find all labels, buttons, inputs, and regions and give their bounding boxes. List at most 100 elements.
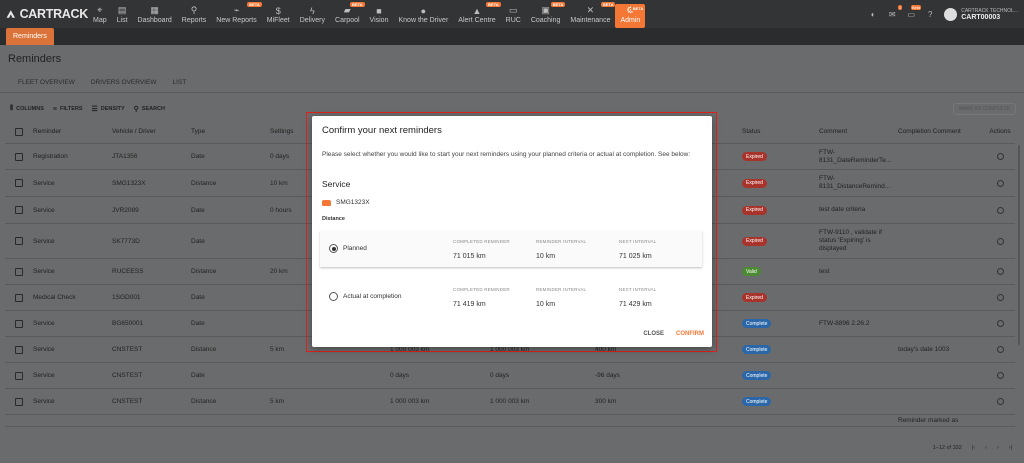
complete-action-icon[interactable] — [996, 237, 1004, 245]
nav-item-dashboard[interactable]: ▦ Dashboard — [133, 0, 177, 28]
cell-reminder: Medical Check — [33, 294, 76, 301]
table-row[interactable]: Service CNSTEST Distance 5 km 1 000 003 km 1 … — [5, 389, 1015, 415]
cell-reminder: Registration — [33, 153, 68, 160]
table-scrollbar[interactable] — [1018, 145, 1020, 345]
confirm-button[interactable]: CONFIRM — [676, 331, 704, 337]
planned-radio[interactable] — [329, 244, 338, 253]
status-badge: Expired — [742, 152, 767, 161]
nav-item-admin[interactable]: ⚙AdminBETA — [615, 4, 646, 28]
complete-action-icon[interactable] — [996, 372, 1004, 379]
nav-item-mifleet[interactable]: $ MiFleet — [262, 0, 295, 28]
col-comment[interactable]: Comment — [815, 128, 894, 136]
nav-label: Admin — [620, 17, 641, 24]
account-menu[interactable]: CARTRACK TECHNOL... CART00003 — [944, 7, 1018, 21]
table-row[interactable]: Reminder marked as — [5, 415, 1015, 427]
notifications-icon[interactable]: ✉ 1 — [887, 5, 903, 19]
complete-action-icon[interactable] — [996, 206, 1004, 214]
nav-item-maintenance[interactable]: ✕ Maintenance BETA — [565, 0, 616, 28]
row-checkbox[interactable] — [15, 267, 23, 276]
cell-vehicle: RUCEESS — [112, 268, 144, 275]
col-status[interactable]: Status — [738, 128, 815, 135]
cell-vehicle: JTA1356 — [112, 153, 138, 160]
complete-action-icon[interactable] — [996, 179, 1004, 187]
row-checkbox[interactable] — [15, 345, 23, 354]
nav-item-reports[interactable]: ⚲ Reports — [177, 0, 212, 28]
cell-remaining: -96 days — [595, 372, 620, 379]
nav-item-map[interactable]: ⌖ Map — [88, 0, 112, 28]
cell-comment: FTW-8131_DateReminderTe... — [819, 148, 892, 164]
tab-fleet-overview[interactable]: FLEET OVERVIEW — [8, 75, 81, 93]
row-checkbox[interactable] — [15, 152, 23, 161]
close-button[interactable]: CLOSE — [643, 331, 664, 337]
complete-action-icon[interactable] — [996, 320, 1004, 327]
row-checkbox[interactable] — [15, 206, 23, 214]
row-checkbox[interactable] — [15, 397, 23, 406]
tab-list[interactable]: LIST — [162, 75, 193, 93]
avatar — [944, 7, 958, 21]
status-badge: Expired — [742, 178, 767, 188]
cell-type: Distance — [191, 398, 217, 405]
actual-radio[interactable] — [329, 292, 338, 301]
alert-icon: ▲ — [472, 5, 482, 16]
row-checkbox[interactable] — [15, 371, 23, 380]
row-checkbox[interactable] — [15, 293, 23, 302]
first-page-icon[interactable]: |‹ — [972, 445, 975, 451]
cell-type: Distance — [191, 268, 217, 275]
nav-item-list[interactable]: ▤ List — [112, 0, 133, 28]
cell-current: 0 days — [390, 372, 410, 379]
complete-action-icon[interactable] — [996, 153, 1004, 160]
cell-completion-comment: today's date 1003 — [898, 345, 950, 353]
beta-feature-icon[interactable]: ▭ Beta — [906, 5, 922, 19]
cell-reminder: Service — [33, 320, 55, 327]
complete-action-icon[interactable] — [996, 398, 1004, 405]
nav-item-ruc[interactable]: ▭ RUC — [501, 0, 526, 28]
search-button[interactable]: ⚲ SEARCH — [134, 105, 165, 113]
option-actual-at-completion[interactable]: Actual at completion COMPLETED REMINDER 7… — [320, 279, 702, 315]
cell-reminder: Service — [33, 179, 55, 187]
col-vehicle[interactable]: Vehicle / Driver — [108, 128, 187, 135]
last-page-icon[interactable]: ›| — [1009, 445, 1012, 451]
help-icon[interactable]: ? — [925, 9, 935, 19]
beta-badge: BETA — [349, 2, 365, 7]
select-all-checkbox[interactable] — [15, 127, 23, 136]
nav-item-new-reports[interactable]: ⌁ New Reports BETA — [211, 0, 262, 28]
row-checkbox[interactable] — [15, 319, 23, 328]
complete-action-icon[interactable] — [996, 268, 1004, 275]
complete-action-icon[interactable] — [996, 346, 1004, 353]
row-checkbox[interactable] — [15, 237, 23, 245]
status-badge: Complete — [742, 371, 772, 380]
filters-button[interactable]: ≡ FILTERS — [53, 105, 83, 113]
nav-item-vision[interactable]: ■ Vision — [365, 0, 394, 28]
dialog-description: Please select whether you would like to … — [322, 151, 691, 158]
nav-item-know-the-driver[interactable]: ● Know the Driver — [393, 0, 453, 28]
columns-icon: ⦀ — [10, 105, 14, 112]
table-row[interactable]: Service CNSTEST Date 0 days 0 days -96 days Co… — [5, 363, 1015, 389]
chart-icon: ⌁ — [233, 5, 240, 15]
columns-button[interactable]: ⦀ COLUMNS — [10, 105, 44, 113]
col-type[interactable]: Type — [187, 128, 266, 135]
cell-comment: FTW-8896 2.26.2 — [819, 319, 870, 327]
prev-page-icon[interactable]: ‹ — [985, 445, 987, 451]
tab-drivers-overview[interactable]: DRIVERS OVERVIEW — [81, 75, 163, 93]
next-page-icon[interactable]: › — [997, 445, 999, 451]
shield-icon[interactable]: ◐ — [868, 9, 878, 19]
option-label: Planned — [343, 245, 367, 252]
nav-item-coaching[interactable]: ▣ Coaching BETA — [526, 0, 566, 28]
col-completion-comment[interactable]: Completion Comment — [894, 128, 981, 136]
beta-badge: BETA — [550, 2, 566, 7]
subnav-tab-reminders[interactable]: Reminders — [6, 28, 54, 45]
nav-item-delivery[interactable]: ϟ Delivery — [295, 0, 330, 28]
mark-as-complete-button[interactable]: MARK AS COMPLETE — [952, 103, 1016, 115]
complete-action-icon[interactable] — [996, 294, 1004, 301]
nav-label: Delivery — [299, 17, 326, 24]
cartrack-logo[interactable]: CARTRACK — [0, 6, 88, 22]
col-reminder[interactable]: Reminder — [29, 128, 108, 135]
nav-label: Alert Centre — [458, 17, 496, 24]
option-planned[interactable]: Planned COMPLETED REMINDER 71 015 km REMI… — [320, 231, 702, 267]
density-button[interactable]: ☰ DENSITY — [92, 105, 125, 113]
row-checkbox[interactable] — [15, 179, 23, 187]
nav-item-alert-centre[interactable]: ▲ Alert Centre BETA — [453, 0, 501, 28]
vehicle-row: SMG1323X — [322, 199, 370, 206]
nav-item-carpool[interactable]: ▰ Carpool BETA — [330, 0, 365, 28]
next-interval-value: 71 429 km — [619, 301, 652, 308]
